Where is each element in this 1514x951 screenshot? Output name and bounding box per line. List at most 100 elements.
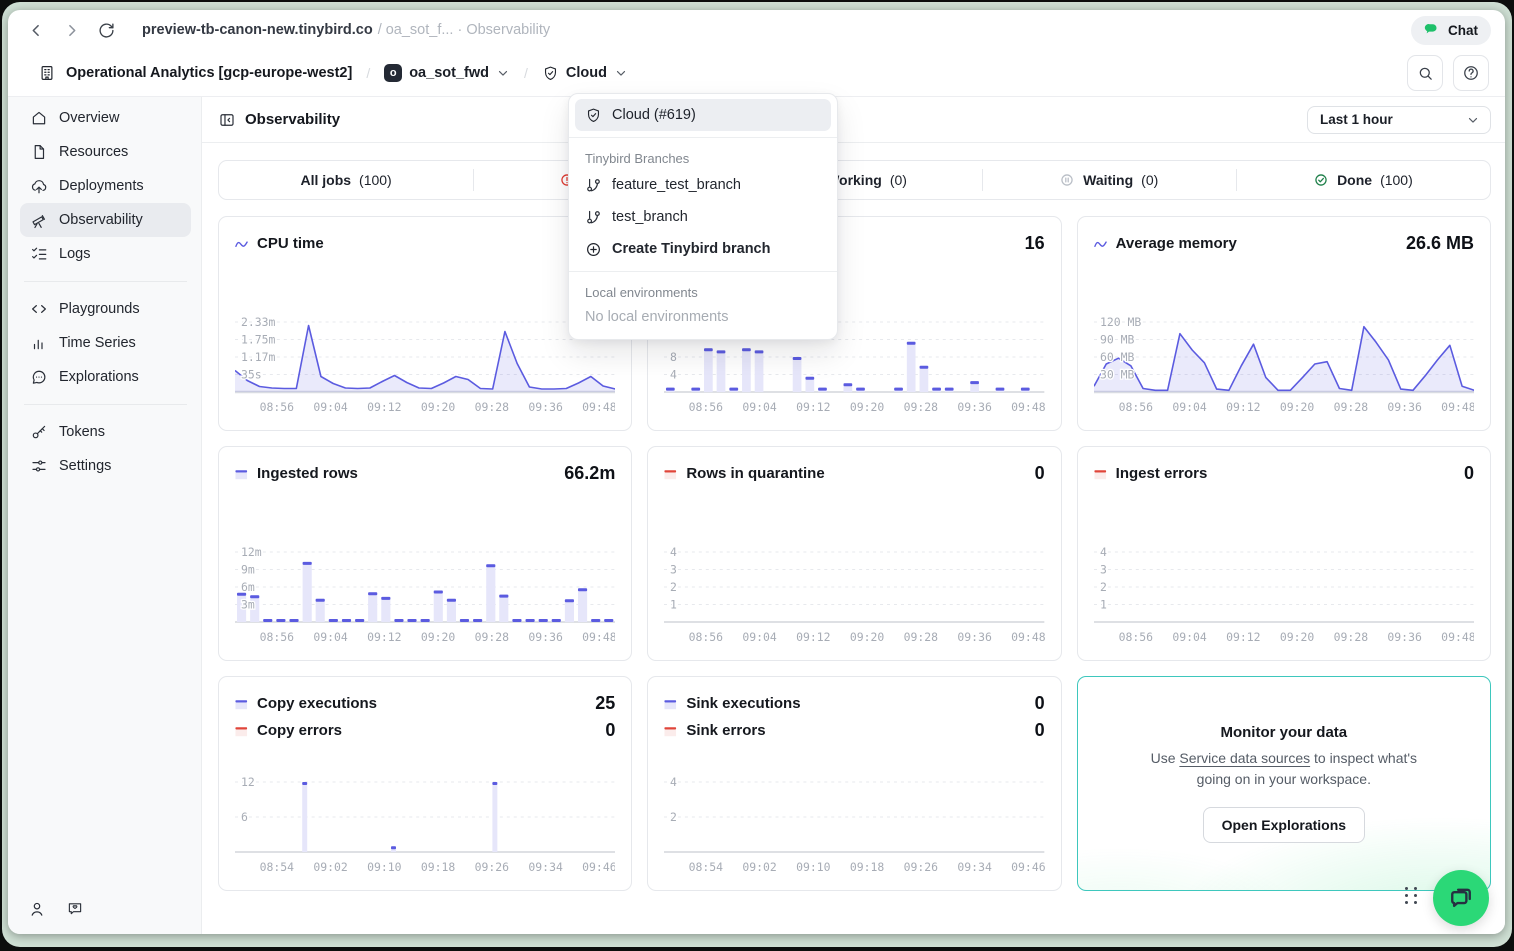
dropdown-item-cloud[interactable]: Cloud (#619)	[575, 99, 831, 131]
metric-label: Copy executions	[257, 695, 377, 712]
metric-label: Copy errors	[257, 722, 342, 739]
sliders-icon	[30, 457, 48, 475]
svg-text:2.33m: 2.33m	[241, 315, 276, 329]
tab-count: (0)	[1141, 172, 1158, 188]
svg-text:09:28: 09:28	[904, 400, 939, 414]
tab-count: (0)	[890, 172, 907, 188]
dropdown-divider	[569, 137, 837, 138]
svg-text:4: 4	[670, 775, 677, 789]
git-branch-icon	[585, 177, 602, 194]
shield-icon	[585, 107, 602, 124]
tab-done[interactable]: Done(100)	[1236, 161, 1490, 199]
refresh-button[interactable]	[96, 20, 116, 40]
telescope-icon	[30, 211, 48, 229]
chat-button[interactable]: Chat	[1411, 16, 1491, 45]
chat-fab[interactable]	[1433, 870, 1489, 926]
svg-text:09:02: 09:02	[743, 860, 777, 874]
metric-value: 0	[1035, 693, 1045, 714]
drag-handle[interactable]	[1405, 887, 1417, 904]
svg-text:09:04: 09:04	[313, 630, 348, 644]
chev-left-icon	[62, 21, 81, 40]
chart-area: 4208:5409:0209:1009:1809:2609:3409:46	[664, 768, 1044, 880]
environment-dropdown-trigger[interactable]: Cloud	[542, 65, 628, 82]
branch-item-test_branch[interactable]: test_branch	[569, 201, 837, 233]
sidebar-item-tokens[interactable]: Tokens	[20, 415, 191, 449]
svg-text:08:56: 08:56	[1118, 400, 1153, 414]
sidebar-item-label: Time Series	[59, 335, 136, 351]
svg-text:09:28: 09:28	[1333, 400, 1368, 414]
open-explorations-button[interactable]: Open Explorations	[1203, 807, 1365, 843]
sidebar-item-observability[interactable]: Observability	[20, 203, 191, 237]
chart-area: 12608:5409:0209:1009:1809:2609:3409:46	[235, 768, 615, 880]
monitor-card-title: Monitor your data	[1220, 724, 1347, 741]
svg-text:09:48: 09:48	[1441, 400, 1474, 414]
feedback-button[interactable]	[66, 900, 84, 918]
svg-text:09:48: 09:48	[1441, 630, 1474, 644]
check-circle-icon	[1313, 172, 1329, 188]
home-icon	[30, 109, 48, 127]
bar-chart-icon	[30, 334, 48, 352]
help-icon	[1462, 64, 1480, 82]
create-branch-item[interactable]: Create Tinybird branch	[569, 233, 837, 265]
sidebar-item-explorations[interactable]: Explorations	[20, 360, 191, 394]
sidebar-item-playgrounds[interactable]: Playgrounds	[20, 292, 191, 326]
page-title: Observability	[245, 111, 340, 128]
chevron-down-icon	[496, 66, 510, 80]
sidebar-item-label: Tokens	[59, 424, 105, 440]
help-button[interactable]	[1453, 55, 1489, 91]
sidebar-item-deployments[interactable]: Deployments	[20, 169, 191, 203]
key-icon	[30, 423, 48, 441]
metric-row: Average memory26.6 MB	[1094, 230, 1474, 257]
card-ingested-rows: Ingested rows66.2m12m9m6m3m08:5609:0409:…	[218, 446, 632, 661]
dropdown-selected-label: Cloud (#619)	[612, 107, 696, 123]
tab-all-jobs[interactable]: All jobs(100)	[219, 161, 473, 199]
forward-button[interactable]	[61, 20, 81, 40]
svg-text:08:56: 08:56	[260, 630, 295, 644]
breadcrumb-workspace[interactable]: Operational Analytics [gcp-europe-west2]	[66, 65, 352, 81]
branch-item-feature_test_branch[interactable]: feature_test_branch	[569, 169, 837, 201]
svg-text:09:20: 09:20	[850, 630, 885, 644]
sidebar-item-settings[interactable]: Settings	[20, 449, 191, 483]
svg-text:09:18: 09:18	[850, 860, 885, 874]
branch-label: feature_test_branch	[612, 177, 741, 193]
sidebar-footer	[20, 900, 191, 918]
git-branch-icon	[585, 209, 602, 226]
svg-text:09:12: 09:12	[367, 630, 401, 644]
plus-circle-icon	[585, 241, 602, 258]
environment-dropdown-menu: Cloud (#619) Tinybird Branches feature_t…	[568, 93, 838, 340]
tab-waiting[interactable]: Waiting(0)	[982, 161, 1236, 199]
chevron-down-icon	[614, 66, 628, 80]
chat-bubble-icon	[1424, 22, 1441, 39]
user-menu-button[interactable]	[28, 900, 46, 918]
branch-label: test_branch	[612, 209, 688, 225]
search-button[interactable]	[1407, 55, 1443, 91]
metric-label: Ingest errors	[1116, 465, 1208, 482]
create-branch-label: Create Tinybird branch	[612, 241, 770, 257]
main-content: Observability Last 1 hour All jobs(100)E…	[202, 97, 1505, 934]
chart-area: 432108:5609:0409:1209:2009:2809:3609:48	[664, 538, 1044, 650]
service-data-sources-link[interactable]: Service data sources	[1179, 750, 1310, 766]
chat-bubbles-icon	[1446, 883, 1476, 913]
sidebar-item-overview[interactable]: Overview	[20, 101, 191, 135]
chart-sink: 4208:5409:0209:1009:1809:2609:3409:46	[664, 768, 1044, 880]
collapse-panel-icon	[218, 111, 236, 129]
metric-row: Sink errors0	[664, 717, 1044, 744]
project-dropdown-trigger[interactable]: o oa_sot_fwd	[384, 64, 510, 82]
collapse-panel-icon[interactable]	[218, 111, 236, 129]
message-dots-icon	[30, 368, 48, 386]
sidebar-item-resources[interactable]: Resources	[20, 135, 191, 169]
sidebar-item-logs[interactable]: Logs	[20, 237, 191, 271]
svg-text:09:36: 09:36	[528, 400, 563, 414]
breadcrumb-separator: /	[362, 65, 374, 81]
svg-text:09:20: 09:20	[421, 400, 456, 414]
svg-text:1: 1	[1100, 597, 1107, 611]
metric-label: Rows in quarantine	[686, 465, 824, 482]
bar-indigo-legend-icon	[235, 468, 248, 480]
line-indigo-legend-icon	[235, 238, 248, 250]
back-button[interactable]	[26, 20, 46, 40]
svg-text:09:36: 09:36	[958, 400, 993, 414]
url-bar[interactable]: preview-tb-canon-new.tinybird.co / oa_so…	[142, 22, 550, 38]
metric-row: Rows in quarantine0	[664, 460, 1044, 487]
time-range-select[interactable]: Last 1 hour	[1307, 106, 1491, 134]
sidebar-item-time-series[interactable]: Time Series	[20, 326, 191, 360]
